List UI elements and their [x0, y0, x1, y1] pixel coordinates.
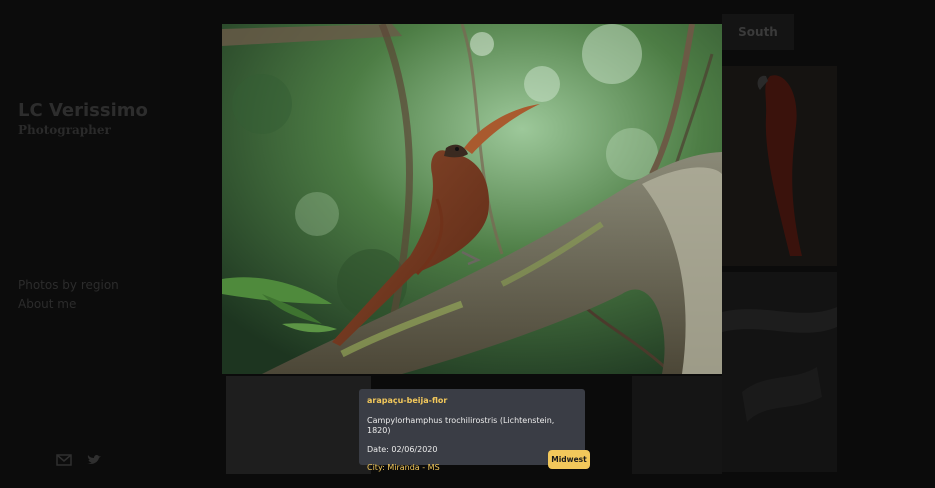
- brand[interactable]: LC Verissimo Photographer: [18, 100, 148, 137]
- gallery-thumbnail[interactable]: [632, 376, 722, 474]
- gallery-thumbnail[interactable]: [722, 272, 837, 472]
- brand-name: LC Verissimo: [18, 100, 148, 121]
- sidebar: LC Verissimo Photographer Photos by regi…: [0, 0, 160, 488]
- region-tab-south[interactable]: South: [722, 14, 794, 50]
- gallery-thumbnail[interactable]: [226, 376, 371, 474]
- region-badge[interactable]: Midwest: [548, 450, 590, 469]
- bird-photo: [222, 24, 722, 374]
- gallery-thumbnail[interactable]: [722, 66, 837, 266]
- mail-icon[interactable]: [56, 452, 72, 466]
- scientific-name: Campylorhamphus trochilirostris (Lichten…: [367, 416, 555, 435]
- photo-city: City: Miranda - MS: [367, 463, 440, 472]
- photo-date: Date: 02/06/2020: [367, 445, 438, 454]
- twitter-icon[interactable]: [86, 452, 102, 466]
- common-name: arapaçu-beija-flor: [367, 396, 448, 405]
- brand-subtitle: Photographer: [18, 123, 111, 137]
- social-icons: [56, 452, 102, 466]
- nav-about-me[interactable]: About me: [18, 295, 119, 314]
- lightbox-photo[interactable]: [222, 24, 722, 374]
- sidebar-nav: Photos by region About me: [18, 276, 119, 314]
- nav-photos-by-region[interactable]: Photos by region: [18, 276, 119, 295]
